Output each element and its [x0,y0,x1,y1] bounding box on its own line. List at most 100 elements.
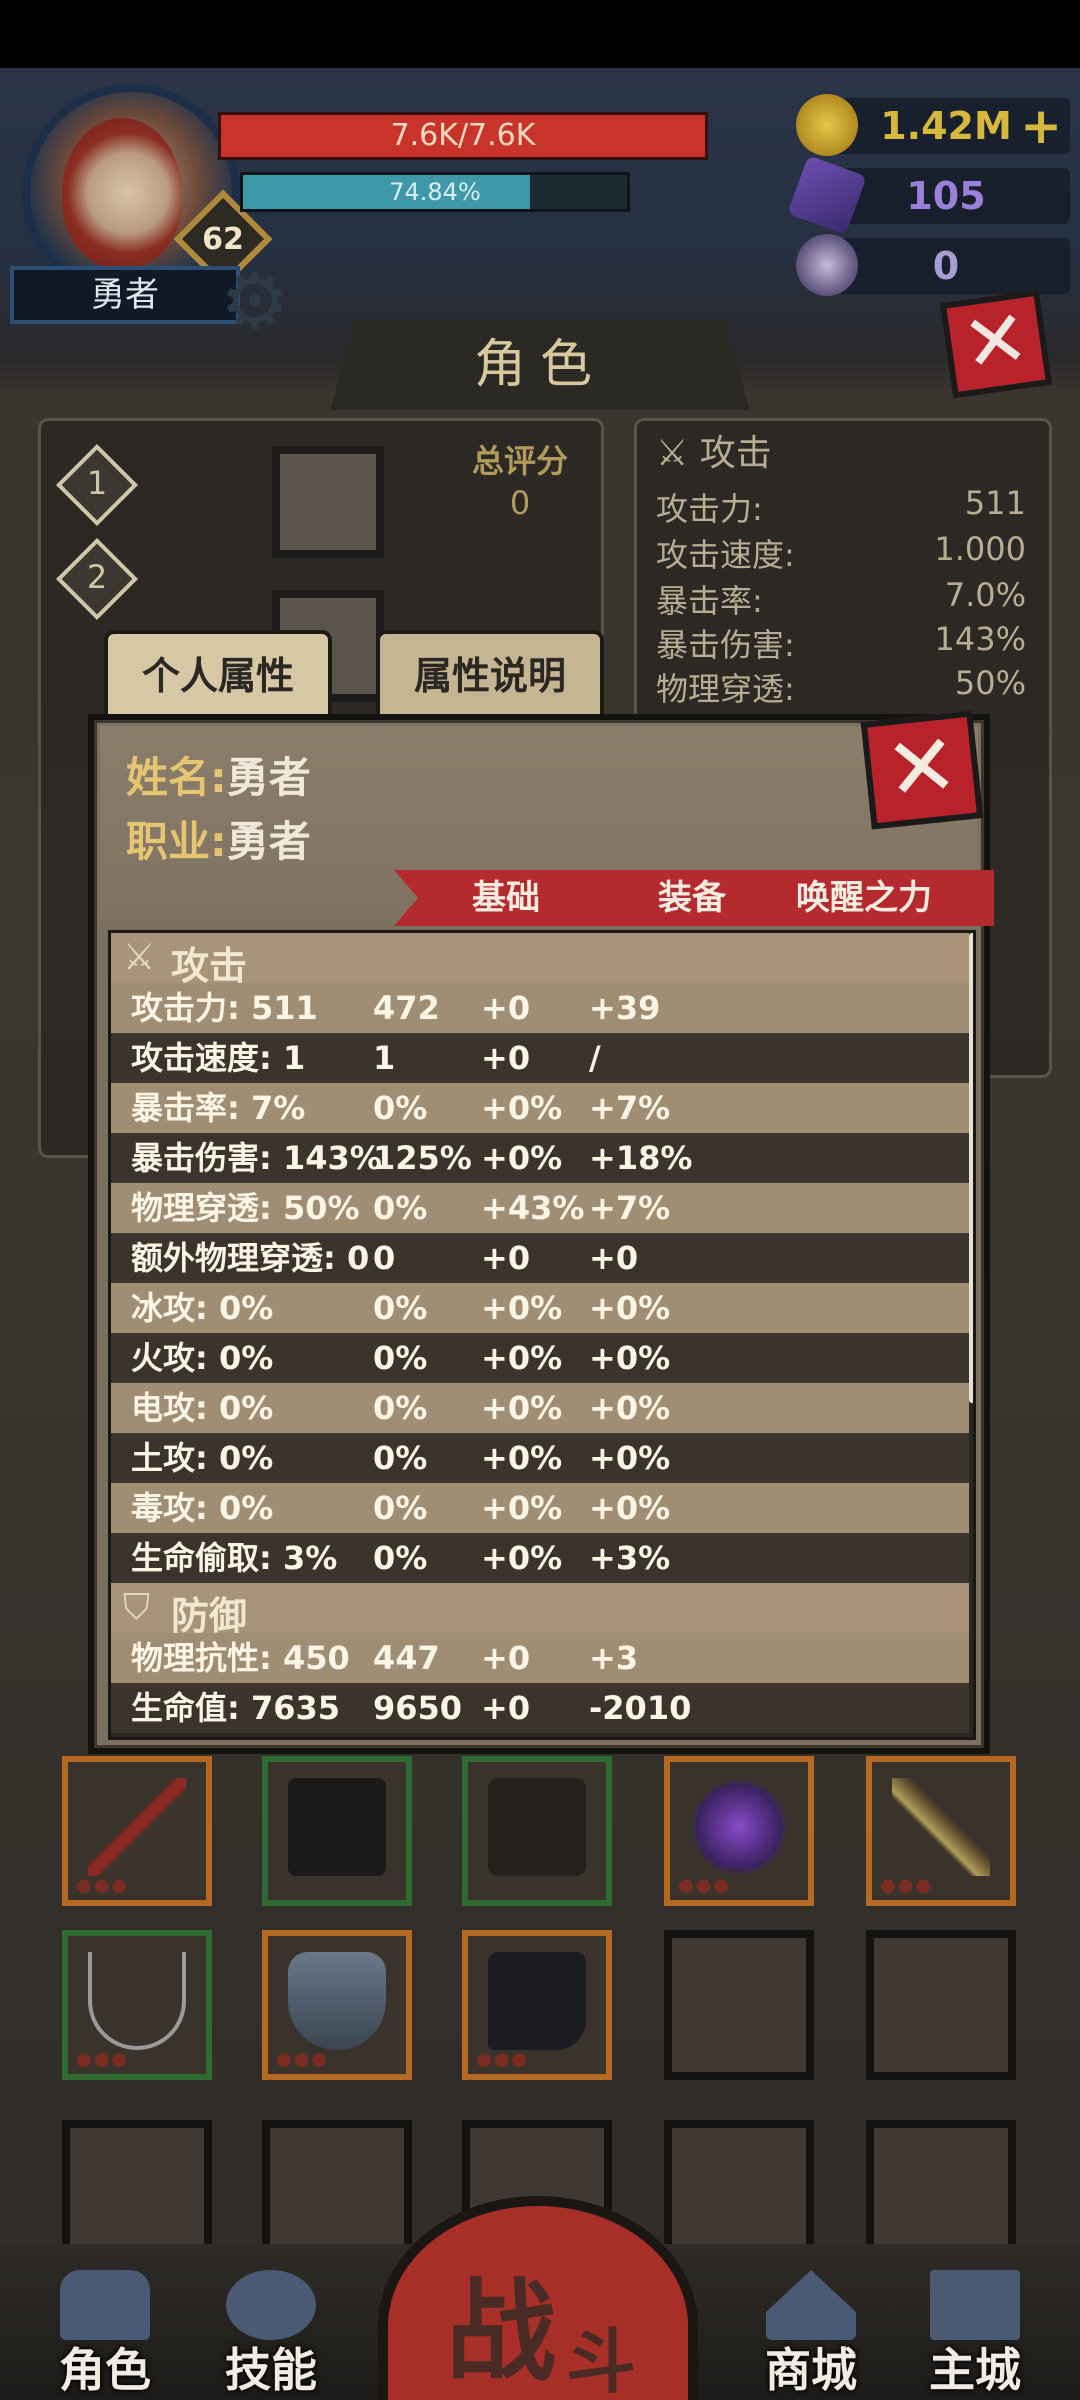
tab-attribute-explanation[interactable]: 属性说明 [376,630,604,718]
empty-item-slot[interactable] [866,1930,1016,2080]
table-row: 额外物理穿透: 0 0 +0 +0 [111,1233,969,1283]
nav-skill-label: 技能 [225,2343,317,2397]
nav-city-label: 主城 [929,2343,1021,2397]
cell-base: 125% [373,1139,472,1177]
cell-equip: +0 [481,1239,531,1277]
attribute-modal: 姓名:勇者 职业:勇者 ✕ 基础 装备 唤醒之力 ⚔ 攻击 攻击力: 511 47… [88,710,994,1754]
robe-icon [488,1778,586,1876]
defense-section-header: ⛉ 防御 [111,1583,969,1638]
cell-base: 0 [373,1239,396,1277]
attack-stat-label: 物理穿透: [656,670,795,708]
cell-equip: +0 [481,1039,531,1077]
status-bar-area [0,0,1080,68]
cell-awaken: +0% [589,1339,671,1377]
page-title: 角色 [473,335,606,395]
cell-equip: +0% [481,1489,563,1527]
cell-equip: +0% [481,1139,563,1177]
attack-stat-value: 50% [954,664,1026,702]
cell-stat: 暴击率: 7% [131,1089,306,1127]
hp-bar: 7.6K/7.6K [218,112,708,160]
attack-stat-label: 攻击速度: [656,536,795,574]
cell-awaken: / [589,1039,601,1077]
attack-stat-label: 攻击力: [656,490,763,528]
battle-label-main: 战 [446,2268,556,2396]
relic-counter: 0 [796,234,1070,296]
battle-label-sub: 斗 [566,2321,636,2400]
job-line: 职业:勇者 [126,808,311,869]
cell-stat: 冰攻: 0% [131,1289,274,1327]
player-name: 勇者 [91,275,159,315]
slot-2-label: 2 [86,558,108,596]
boots-item-slot[interactable]: ●●● [462,1930,612,2080]
item-stars: ●●● [276,2049,330,2070]
cell-base: 447 [373,1639,440,1677]
pants-icon [288,1778,386,1876]
add-gold-button[interactable]: + [1020,98,1062,154]
attack-stat-label: 暴击率: [656,582,763,620]
close-page-button[interactable]: ✕ [939,289,1053,399]
cell-base: 0% [373,1189,428,1227]
cell-base: 1 [373,1039,396,1077]
item-stars: ●●● [76,1875,130,1896]
table-row: 攻击力: 511 472 +0 +39 [111,983,969,1033]
col-equip-header: 装备 [658,878,726,918]
table-row: 暴击伤害: 143% 125% +0% +18% [111,1133,969,1183]
cell-base: 472 [373,989,440,1027]
close-modal-button[interactable]: ✕ [860,710,984,830]
cell-stat: 电攻: 0% [131,1389,274,1427]
swirl-icon [226,2270,316,2340]
nav-shop-label: 商城 [765,2343,857,2397]
tab-personal-attributes[interactable]: 个人属性 [104,630,332,718]
shield-item-slot[interactable]: ●●● [262,1930,412,2080]
cell-base: 0% [373,1339,428,1377]
nav-role-label: 角色 [59,2343,151,2397]
robe-item-slot[interactable] [462,1756,612,1906]
empty-item-slot[interactable] [664,1930,814,2080]
attack-stat-value: 1.000 [934,530,1026,568]
score-label: 总评分 [471,442,568,480]
cell-equip: +0% [481,1089,563,1127]
boots-icon [488,1952,586,2050]
table-row: 火攻: 0% 0% +0% +0% [111,1333,969,1383]
staff-item-slot[interactable]: ●●● [62,1756,212,1906]
necklace-item-slot[interactable]: ●●● [62,1930,212,2080]
table-row: 电攻: 0% 0% +0% +0% [111,1383,969,1433]
attack-summary-row: 物理穿透: 50% [656,664,1026,710]
table-row: 生命值: 7635 9650 +0 -2010 [111,1683,969,1733]
nav-role[interactable]: 角色 [30,2270,180,2400]
attack-summary-header: ⚔ 攻击 [656,433,772,474]
cell-equip: +0% [481,1339,563,1377]
table-scrollbar[interactable] [969,933,973,1403]
settings-gear-icon[interactable]: ⚙ [220,262,300,342]
item-stars: ●●● [880,1875,934,1896]
cell-base: 0% [373,1489,428,1527]
cell-equip: +43% [481,1189,585,1227]
nav-skill[interactable]: 技能 [196,2270,346,2400]
table-row: 攻击速度: 1 1 +0 / [111,1033,969,1083]
attack-summary-row: 暴击率: 7.0% [656,576,1026,622]
gold-value: 1.42M [880,104,1012,148]
shield-item-icon [288,1952,386,2050]
blade-item-slot[interactable]: ●●● [866,1756,1016,1906]
cell-stat: 生命偷取: 3% [131,1539,338,1577]
cell-stat: 物理抗性: 450 [131,1639,350,1677]
cell-stat: 攻击力: 511 [131,989,318,1027]
pants-item-slot[interactable] [262,1756,412,1906]
cell-stat: 火攻: 0% [131,1339,274,1377]
nav-city[interactable]: 主城 [900,2270,1050,2400]
mask-item-slot[interactable]: ●●● [664,1756,814,1906]
horn-relic-icon [796,234,858,296]
cell-base: 9650 [373,1689,463,1727]
job-value: 勇者 [226,817,311,866]
attribute-table[interactable]: ⚔ 攻击 攻击力: 511 472 +0 +39 攻击速度: 1 1 +0 / 暴击率: 7% 0… [108,930,976,1740]
helmet-slot[interactable] [272,446,384,558]
tab-personal-label: 个人属性 [141,654,294,698]
cell-awaken: +3% [589,1539,671,1577]
shop-tent-icon [766,2270,856,2340]
cell-awaken: +7% [589,1089,671,1127]
attack-summary-row: 攻击速度: 1.000 [656,530,1026,576]
job-label: 职业: [126,817,227,866]
cell-awaken: +7% [589,1189,671,1227]
nav-shop[interactable]: 商城 [736,2270,886,2400]
attack-section-header: ⚔ 攻击 [111,933,969,988]
